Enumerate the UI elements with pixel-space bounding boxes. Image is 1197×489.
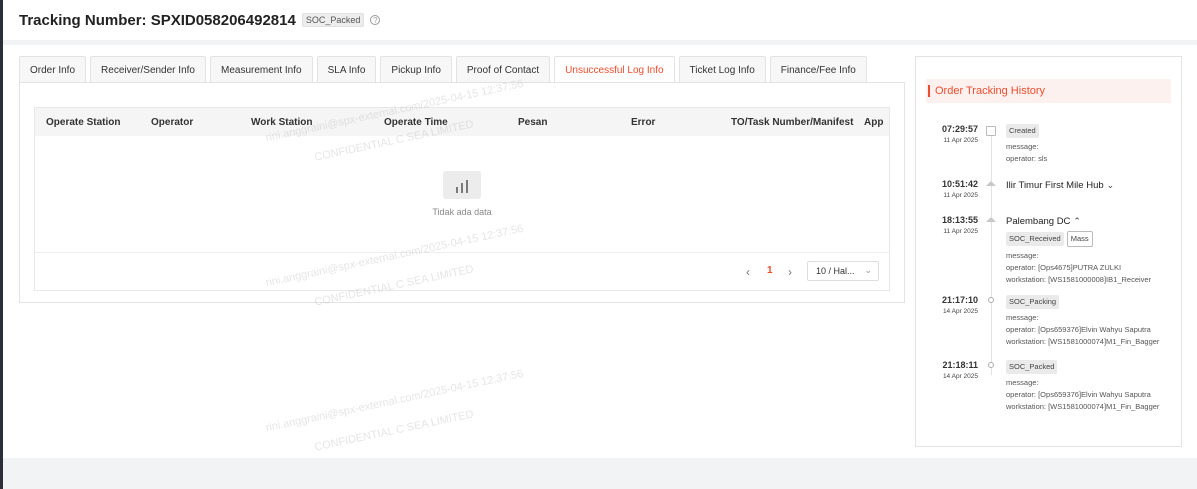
document-icon (986, 126, 996, 136)
tab-panel: Operate Station Operator Work Station Op… (19, 82, 905, 303)
tab-finance-fee-info[interactable]: Finance/Fee Info (769, 56, 867, 83)
table-header: Operate Station Operator Work Station Op… (35, 108, 889, 136)
page-header: Tracking Number: SPXID058206492814 SOC_P… (3, 0, 1197, 40)
column-header: Operator (151, 117, 194, 128)
event-operator: operator: [Ops4675]PUTRA ZULKI (1006, 263, 1122, 272)
event-time: 21:17:10 (941, 295, 978, 305)
event-date: 14 Apr 2025 (942, 308, 978, 315)
event-body: Palembang DC ⌃ SOC_Received Mass message: … (1006, 215, 1151, 286)
page-size-value: 10 / Hal... (816, 266, 855, 276)
main-content: Order Info Receiver/Sender Info Measurem… (3, 45, 1197, 458)
event-status: SOC_Received (1006, 232, 1064, 246)
column-header: Operate Time (384, 117, 448, 128)
event-body: Ilir Timur First Mile Hub ⌄ (1006, 179, 1114, 192)
column-header: TO/Task Number/Manifest (731, 117, 854, 128)
event-workstation: workstation: [WS1581000074]M1_Fin_Bagger (1006, 337, 1160, 346)
column-header: Operate Station (46, 117, 121, 128)
page-number-button[interactable]: 1 (767, 265, 773, 276)
chevron-down-icon[interactable]: ⌄ (1107, 180, 1115, 190)
column-header: Work Station (251, 117, 313, 128)
timeline-line (991, 135, 992, 375)
history-title: Order Tracking History (926, 79, 1171, 103)
chevron-up-icon[interactable]: ⌃ (1073, 216, 1081, 226)
tab-order-info[interactable]: Order Info (19, 56, 87, 83)
event-time: 21:18:11 (942, 360, 978, 370)
empty-text: Tidak ada data (432, 207, 492, 217)
event-date: 11 Apr 2025 (943, 228, 978, 235)
bar-chart-icon (443, 171, 481, 199)
event-location[interactable]: Palembang DC ⌃ (1006, 215, 1151, 228)
column-header: App (864, 117, 884, 128)
dot-icon (988, 362, 994, 368)
event-status: SOC_Packing (1006, 295, 1060, 309)
watermark-text: rini.anggraini@spx-external.com/2025-04-… (264, 367, 525, 435)
event-message: message: (1006, 142, 1039, 151)
location-name: Ilir Timur First Mile Hub (1006, 180, 1104, 191)
pagination: ‹ 1 › 10 / Hal... ⌄ (35, 252, 889, 290)
event-body: SOC_Packing message: operator: [Ops65937… (1006, 295, 1159, 348)
tab-pickup-info[interactable]: Pickup Info (380, 56, 452, 83)
status-badge: SOC_Packed (301, 13, 365, 27)
hub-icon (986, 181, 996, 186)
event-operator: operator: [Ops659376]Elvin Wahyu Saputra (1006, 390, 1151, 399)
event-message: message: (1006, 313, 1039, 322)
tab-bar: Order Info Receiver/Sender Info Measurem… (19, 56, 871, 84)
tab-ticket-log-info[interactable]: Ticket Log Info (678, 56, 766, 83)
event-time: 18:13:55 (941, 215, 978, 225)
help-icon[interactable]: ? (370, 15, 381, 25)
event-date: 11 Apr 2025 (943, 192, 978, 199)
event-message: message: (1006, 378, 1039, 387)
location-name: Palembang DC (1006, 216, 1071, 227)
unsuccessful-log-table: Operate Station Operator Work Station Op… (34, 107, 890, 291)
column-header: Pesan (518, 117, 548, 128)
next-page-button[interactable]: › (788, 265, 792, 279)
tab-receiver-sender-info[interactable]: Receiver/Sender Info (90, 56, 206, 83)
event-status: Created (1006, 124, 1039, 138)
tab-proof-of-contact[interactable]: Proof of Contact (455, 56, 551, 83)
page-size-select[interactable]: 10 / Hal... ⌄ (807, 261, 879, 281)
event-workstation: workstation: [WS1581000074]M1_Fin_Bagger (1006, 402, 1160, 411)
chevron-down-icon: ⌄ (864, 265, 872, 275)
empty-state: Tidak ada data (35, 136, 889, 252)
event-operator: operator: sls (1006, 154, 1048, 163)
tab-measurement-info[interactable]: Measurement Info (209, 56, 313, 83)
event-time: 07:29:57 (941, 124, 978, 134)
page-title: Tracking Number: SPXID058206492814 (19, 11, 296, 29)
event-body: SOC_Packed message: operator: [Ops659376… (1006, 360, 1159, 413)
event-message: message: (1006, 251, 1039, 260)
event-location[interactable]: Ilir Timur First Mile Hub ⌄ (1006, 179, 1114, 192)
tab-sla-info[interactable]: SLA Info (316, 56, 377, 83)
event-time: 10:51:42 (941, 179, 978, 189)
prev-page-button[interactable]: ‹ (746, 265, 750, 279)
event-date: 14 Apr 2025 (942, 373, 978, 380)
watermark-text: CONFIDENTIAL C SEA LIMITED (313, 408, 475, 454)
event-workstation: workstation: [WS1581000008]IB1_Receiver (1006, 275, 1152, 284)
dot-icon (988, 297, 994, 303)
event-body: Created message: operator: sls (1006, 124, 1047, 165)
event-operator: operator: [Ops659376]Elvin Wahyu Saputra (1006, 325, 1151, 334)
order-tracking-history: Order Tracking History 07:29:57 11 Apr 2… (915, 56, 1182, 447)
column-header: Error (631, 117, 656, 128)
hub-icon (986, 217, 996, 222)
event-status-tag: Mass (1066, 231, 1093, 247)
event-date: 11 Apr 2025 (943, 137, 978, 144)
event-status: SOC_Packed (1006, 360, 1058, 374)
tab-unsuccessful-log-info[interactable]: Unsuccessful Log Info (554, 56, 675, 84)
